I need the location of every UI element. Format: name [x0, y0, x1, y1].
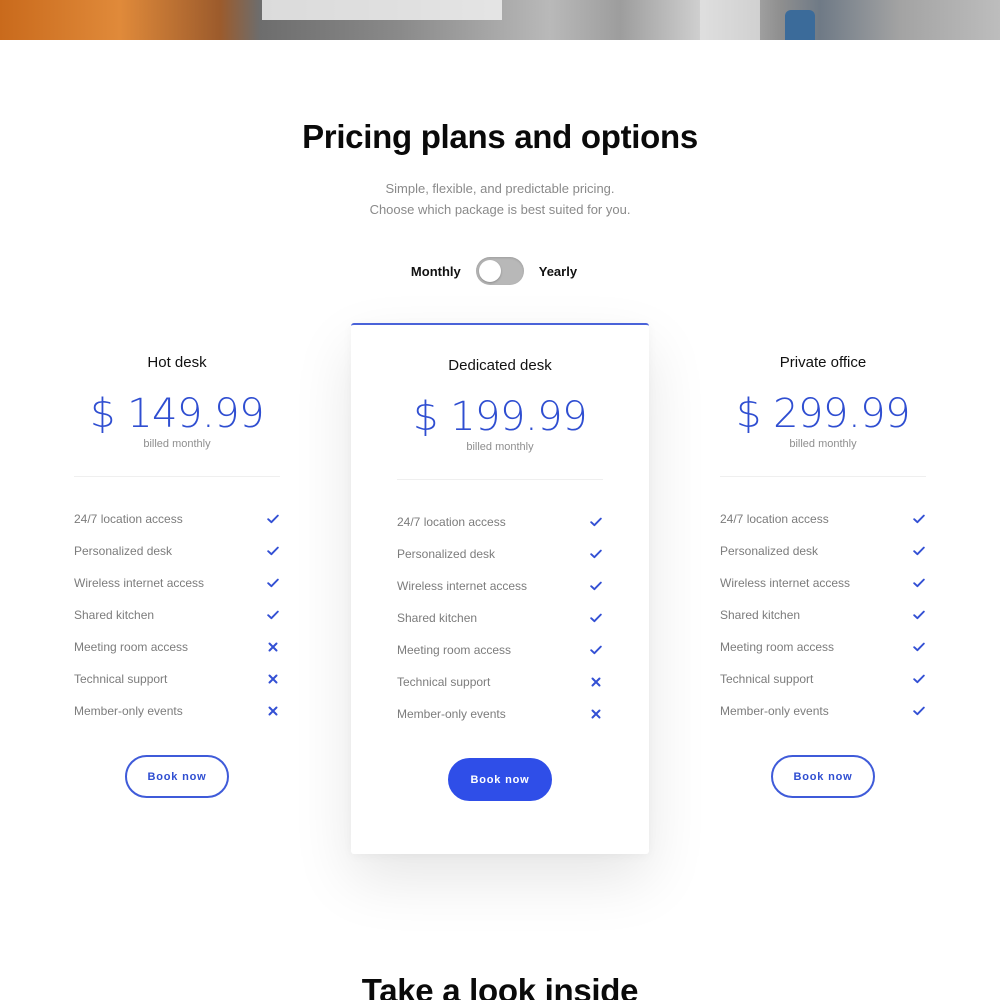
- feature-list: 24/7 location access Personalized desk Wir…: [74, 503, 280, 727]
- feature-label: Member-only events: [74, 704, 183, 718]
- check-icon: [912, 512, 926, 526]
- feature-item: Member-only events: [74, 695, 280, 727]
- feature-label: Shared kitchen: [397, 611, 478, 625]
- next-section-title: Take a look inside: [361, 972, 639, 1000]
- check-icon: [589, 643, 603, 657]
- check-icon: [589, 547, 603, 561]
- hero-image-detail: [785, 10, 815, 40]
- plan-price: $ 299.99: [735, 391, 911, 437]
- feature-item: Meeting room access: [720, 631, 926, 663]
- feature-label: Member-only events: [397, 707, 506, 721]
- hero-image-detail: [700, 0, 760, 40]
- feature-label: Meeting room access: [74, 640, 189, 654]
- book-now-button[interactable]: Book now: [448, 758, 552, 801]
- plan-divider: [397, 479, 603, 480]
- check-icon: [589, 515, 603, 529]
- check-icon: [912, 704, 926, 718]
- feature-list: 24/7 location access Personalized desk Wir…: [720, 503, 926, 727]
- switch-knob: [478, 260, 501, 282]
- plan-card-private-office: Private office $ 299.99 billed monthly 2…: [720, 340, 926, 798]
- billing-period-switch[interactable]: [475, 257, 524, 285]
- feature-label: Wireless internet access: [720, 576, 851, 590]
- cross-icon: [589, 675, 603, 689]
- feature-item: Meeting room access: [397, 634, 603, 666]
- subtitle-line-1: Simple, flexible, and predictable pricin…: [385, 181, 615, 196]
- feature-item: Member-only events: [720, 695, 926, 727]
- feature-label: Technical support: [397, 675, 491, 689]
- feature-label: Shared kitchen: [74, 608, 155, 622]
- plan-name: Hot desk: [147, 354, 207, 371]
- monthly-label[interactable]: Monthly: [411, 264, 461, 279]
- plan-price: $ 149.99: [89, 391, 265, 437]
- plan-name: Dedicated desk: [448, 357, 552, 374]
- feature-list: 24/7 location access Personalized desk Wir…: [397, 506, 603, 730]
- feature-item: Technical support: [74, 663, 280, 695]
- feature-item: Wireless internet access: [397, 570, 603, 602]
- feature-label: Meeting room access: [720, 640, 835, 654]
- feature-label: 24/7 location access: [397, 515, 506, 529]
- feature-label: 24/7 location access: [720, 512, 829, 526]
- feature-item: 24/7 location access: [720, 503, 926, 535]
- feature-label: Technical support: [720, 672, 814, 686]
- plan-billing-period: billed monthly: [789, 438, 857, 450]
- feature-item: Shared kitchen: [720, 599, 926, 631]
- feature-label: Wireless internet access: [397, 579, 528, 593]
- feature-item: Wireless internet access: [720, 567, 926, 599]
- check-icon: [912, 640, 926, 654]
- feature-label: Personalized desk: [720, 544, 819, 558]
- plan-card-hot-desk: Hot desk $ 149.99 billed monthly 24/7 lo…: [74, 340, 280, 798]
- check-icon: [912, 576, 926, 590]
- plan-name: Private office: [779, 354, 867, 371]
- pricing-section-subtitle: Simple, flexible, and predictable pricin…: [0, 178, 1000, 220]
- feature-item: Personalized desk: [720, 535, 926, 567]
- feature-label: 24/7 location access: [74, 512, 183, 526]
- feature-label: Personalized desk: [397, 547, 496, 561]
- feature-label: Wireless internet access: [74, 576, 205, 590]
- feature-item: Shared kitchen: [74, 599, 280, 631]
- book-now-button[interactable]: Book now: [771, 755, 875, 798]
- cross-icon: [589, 707, 603, 721]
- feature-label: Personalized desk: [74, 544, 173, 558]
- plan-price: $ 199.99: [412, 394, 588, 440]
- subtitle-line-2: Choose which package is best suited for …: [369, 202, 631, 217]
- check-icon: [589, 611, 603, 625]
- check-icon: [266, 512, 280, 526]
- feature-item: Technical support: [720, 663, 926, 695]
- check-icon: [912, 544, 926, 558]
- cross-icon: [266, 704, 280, 718]
- pricing-section-title: Pricing plans and options: [302, 118, 698, 155]
- feature-item: Personalized desk: [74, 535, 280, 567]
- plan-divider: [720, 476, 926, 477]
- feature-item: Technical support: [397, 666, 603, 698]
- feature-item: Personalized desk: [397, 538, 603, 570]
- feature-label: Meeting room access: [397, 643, 512, 657]
- plan-card-dedicated-desk: Dedicated desk $ 199.99 billed monthly 2…: [351, 323, 649, 854]
- feature-item: Meeting room access: [74, 631, 280, 663]
- feature-label: Shared kitchen: [720, 608, 801, 622]
- yearly-label[interactable]: Yearly: [539, 264, 577, 279]
- cross-icon: [266, 672, 280, 686]
- check-icon: [589, 579, 603, 593]
- plan-billing-period: billed monthly: [466, 441, 534, 453]
- check-icon: [912, 672, 926, 686]
- feature-item: Member-only events: [397, 698, 603, 730]
- check-icon: [266, 544, 280, 558]
- feature-item: 24/7 location access: [397, 506, 603, 538]
- hero-image-strip: [0, 0, 1000, 40]
- hero-image-detail: [262, 0, 502, 20]
- billing-period-toggle-row: Monthly Yearly: [0, 257, 1000, 285]
- book-now-button[interactable]: Book now: [125, 755, 229, 798]
- feature-item: Wireless internet access: [74, 567, 280, 599]
- feature-item: 24/7 location access: [74, 503, 280, 535]
- check-icon: [912, 608, 926, 622]
- cross-icon: [266, 640, 280, 654]
- check-icon: [266, 608, 280, 622]
- plan-billing-period: billed monthly: [143, 438, 211, 450]
- feature-label: Member-only events: [720, 704, 829, 718]
- plan-divider: [74, 476, 280, 477]
- feature-label: Technical support: [74, 672, 168, 686]
- feature-item: Shared kitchen: [397, 602, 603, 634]
- check-icon: [266, 576, 280, 590]
